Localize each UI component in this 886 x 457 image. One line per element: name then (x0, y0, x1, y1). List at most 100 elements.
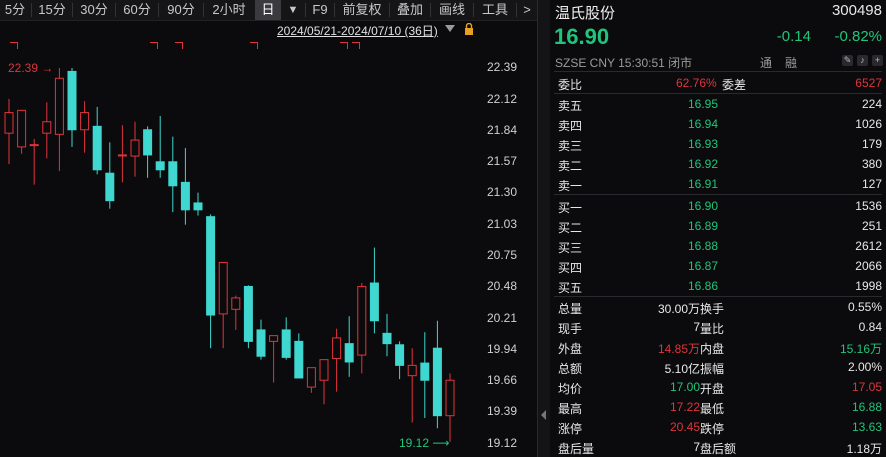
candle[interactable] (281, 317, 291, 360)
stat-label: 盘后额 (700, 442, 737, 456)
collapse-arrow-icon[interactable] (541, 410, 546, 420)
period-15min-button[interactable]: 15分 (33, 0, 71, 20)
bell-icon[interactable]: ♪ (857, 55, 868, 66)
candle[interactable] (344, 316, 354, 377)
candle-body (193, 202, 203, 211)
candle[interactable] (432, 320, 442, 429)
ask-row: 卖三 16.93 179 (550, 135, 886, 154)
bid-price: 16.88 (688, 239, 719, 253)
chevron-down-icon[interactable] (445, 25, 455, 32)
candle[interactable] (243, 285, 253, 349)
f9-button[interactable]: F9 (307, 0, 333, 20)
bid-level-label: 买四 (558, 261, 583, 275)
overlay-button[interactable]: 叠加 (391, 0, 429, 20)
stat-label: 最高 (558, 402, 583, 416)
stat-row: 涨停 20.45 跌停 13.63 (550, 418, 886, 437)
candle[interactable] (395, 341, 405, 380)
period-more-dropdown[interactable]: ▼ (283, 0, 303, 20)
stat-row: 盘后量 7 盘后额 1.18万 (550, 438, 886, 457)
draw-line-button[interactable]: 画线 (432, 0, 472, 20)
candle[interactable] (269, 335, 279, 383)
candle-body (344, 343, 354, 363)
candle[interactable] (105, 142, 115, 209)
stat-label: 开盘 (700, 382, 725, 396)
period-30min-button[interactable]: 30分 (74, 0, 114, 20)
candle-body (67, 70, 77, 131)
candle[interactable] (80, 101, 90, 153)
bid-price: 16.86 (688, 279, 719, 293)
candle[interactable] (42, 102, 52, 159)
candle-body (92, 125, 102, 171)
candle[interactable] (206, 214, 216, 349)
stat-value: 17.22 (669, 400, 700, 414)
stat-label: 总额 (558, 362, 583, 376)
candle[interactable] (117, 125, 127, 183)
candle[interactable] (319, 359, 329, 405)
y-tick-label: 21.84 (487, 123, 518, 137)
ask-level-label: 卖四 (558, 119, 583, 133)
candle-body (168, 161, 178, 187)
candle[interactable] (130, 121, 140, 177)
candle[interactable] (29, 138, 39, 185)
stat-row: 均价 17.00 开盘 17.05 (550, 378, 886, 397)
forward-adjust-button[interactable]: 前复权 (336, 0, 388, 20)
candle-body (130, 139, 140, 157)
candle[interactable] (168, 136, 178, 213)
period-90min-button[interactable]: 90分 (160, 0, 202, 20)
lock-icon[interactable] (464, 23, 474, 35)
candle-body (117, 154, 127, 157)
bid-level-label: 买一 (558, 201, 583, 215)
stat-label: 涨停 (558, 422, 583, 436)
bid-level-label: 买五 (558, 281, 583, 295)
candle[interactable] (382, 313, 392, 357)
candle[interactable] (256, 319, 266, 360)
toolbar-more-button[interactable]: > (518, 0, 536, 20)
candle[interactable] (54, 68, 64, 171)
candle[interactable] (357, 283, 367, 374)
candle[interactable] (445, 373, 455, 442)
candle[interactable] (218, 261, 228, 349)
y-tick-label: 21.30 (487, 185, 518, 199)
candle[interactable] (193, 192, 203, 216)
ask-price: 16.93 (688, 137, 719, 151)
candle[interactable] (306, 367, 316, 393)
period-60min-button[interactable]: 60分 (117, 0, 157, 20)
candlestick-chart[interactable] (0, 38, 480, 457)
ask-volume: 224 (861, 97, 882, 111)
candle-body (382, 332, 392, 345)
bid-price: 16.90 (688, 199, 719, 213)
stock-name: 温氏股份 (555, 5, 616, 22)
edit-icon[interactable]: ✎ (842, 55, 853, 66)
candle[interactable] (67, 68, 77, 147)
y-tick-label: 21.03 (487, 217, 518, 231)
candle[interactable] (407, 348, 417, 423)
candle[interactable] (332, 328, 342, 392)
candle-body (445, 379, 455, 417)
candle[interactable] (180, 148, 190, 225)
candle[interactable] (143, 126, 153, 178)
period-5min-button[interactable]: 5分 (0, 0, 30, 20)
y-tick-label: 19.12 (487, 436, 518, 450)
candle[interactable] (155, 116, 165, 178)
candle[interactable] (231, 295, 241, 330)
tools-button[interactable]: 工具 (475, 0, 515, 20)
stat-value: 16.88 (851, 400, 882, 414)
kline-panel[interactable]: 5分 15分 30分 60分 90分 2小时 日 ▼ F9 前复权 叠加 画线 … (0, 0, 550, 457)
candle[interactable] (17, 109, 27, 154)
add-icon[interactable]: + (872, 55, 883, 66)
chart-scrollbar[interactable] (537, 0, 550, 457)
ask-level-label: 卖三 (558, 139, 583, 153)
stat-value: 0.55% (847, 300, 882, 314)
period-2hour-button[interactable]: 2小时 (205, 0, 253, 20)
candle[interactable] (4, 98, 14, 165)
candle[interactable] (294, 333, 304, 379)
price-change-percent: -0.82% (834, 28, 882, 45)
period-day-button[interactable]: 日 (255, 0, 281, 20)
last-price: 16.90 (554, 24, 610, 49)
stat-value: 1.18万 (846, 442, 882, 456)
candle[interactable] (420, 332, 430, 418)
candle[interactable] (92, 106, 102, 175)
bid-volume: 2066 (855, 259, 882, 273)
date-range-label[interactable]: 2024/05/21-2024/07/10 (36日) (277, 22, 438, 39)
candle[interactable] (369, 247, 379, 334)
